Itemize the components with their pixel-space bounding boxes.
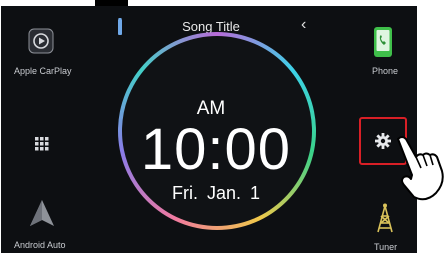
clock-time[interactable]: 10:00 <box>121 114 311 186</box>
tuner-label: Tuner <box>374 242 398 252</box>
phone-icon <box>374 27 392 57</box>
home-screen: Song Title ‹ AM 10:00 Fri. Jan. 1 Apple … <box>1 6 417 253</box>
android-auto-label: Android Auto <box>14 240 66 250</box>
apple-carplay-button[interactable] <box>28 28 54 54</box>
phone-button[interactable] <box>372 26 394 58</box>
android-auto-button[interactable] <box>28 198 56 228</box>
phone-label: Phone <box>372 66 399 76</box>
battery-indicator <box>117 18 123 36</box>
clock-date: Fri. Jan. 1 <box>171 183 261 203</box>
carplay-icon <box>28 28 54 54</box>
android-auto-icon <box>30 200 54 226</box>
grid-menu-icon <box>35 137 49 151</box>
back-button[interactable]: ‹ <box>301 16 306 34</box>
apple-carplay-label: Apple CarPlay <box>14 66 72 76</box>
gear-icon <box>374 132 392 150</box>
pointing-hand-icon <box>392 135 446 209</box>
menu-button[interactable] <box>34 136 50 152</box>
